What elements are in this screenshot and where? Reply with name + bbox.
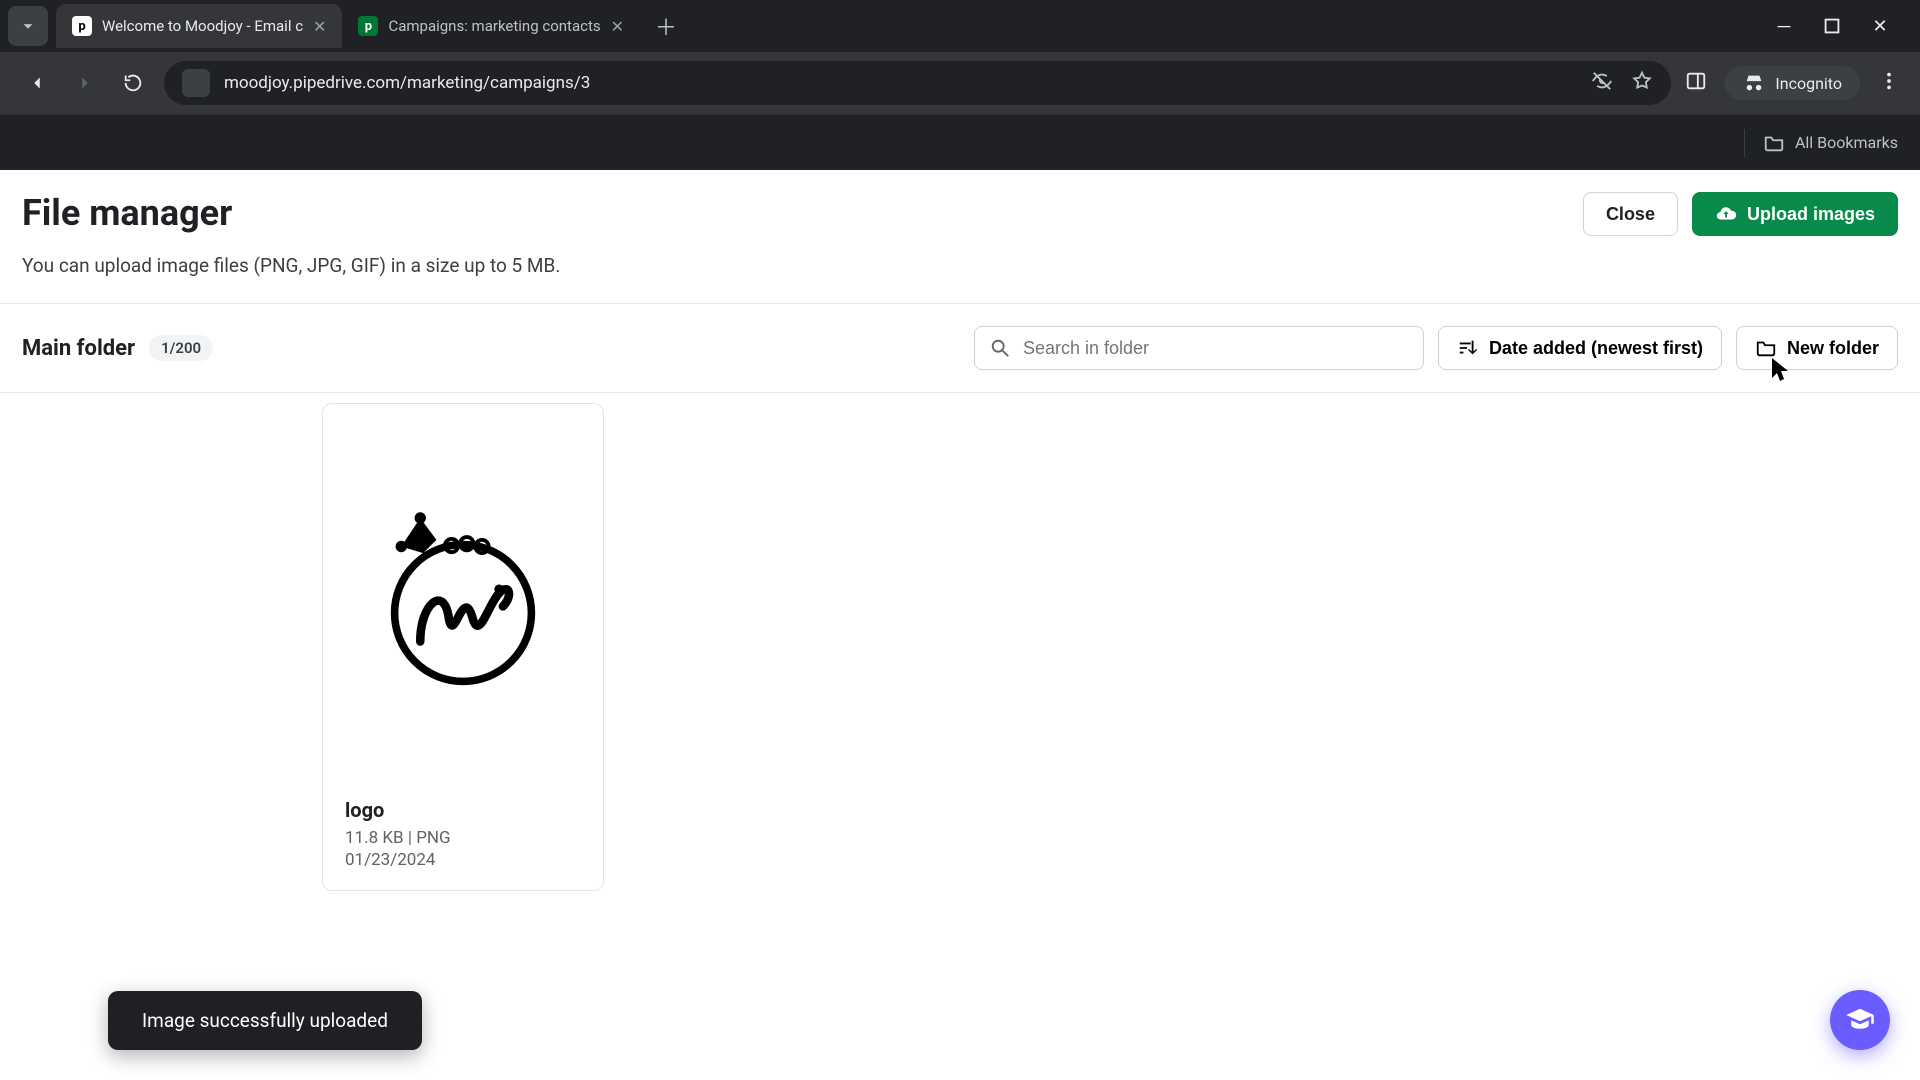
separator [1744, 129, 1745, 157]
chevron-down-icon [17, 15, 39, 37]
page-subtitle: You can upload image files (PNG, JPG, GI… [0, 236, 1920, 303]
folder-icon [1755, 337, 1777, 359]
address-bar: moodjoy.pipedrive.com/marketing/campaign… [0, 52, 1920, 114]
side-panel-button[interactable] [1685, 70, 1707, 96]
file-date: 01/23/2024 [345, 850, 581, 870]
arrow-left-icon [26, 72, 48, 94]
tune-icon [185, 72, 207, 94]
star-icon[interactable] [1631, 70, 1653, 96]
help-fab[interactable] [1830, 990, 1890, 1050]
tab-search-button[interactable] [8, 6, 48, 46]
favicon-icon: p [72, 16, 92, 36]
reload-icon [122, 72, 144, 94]
upload-images-button[interactable]: Upload images [1692, 192, 1898, 236]
toolbar-right: Incognito [1685, 66, 1900, 100]
all-bookmarks-button[interactable]: All Bookmarks [1795, 133, 1898, 152]
url-text: moodjoy.pipedrive.com/marketing/campaign… [224, 73, 1577, 93]
sort-label: Date added (newest first) [1489, 338, 1703, 359]
browser-chrome: p Welcome to Moodjoy - Email c ✕ p Campa… [0, 0, 1920, 170]
file-meta: logo 11.8 KB | PNG 01/23/2024 [323, 784, 603, 890]
upload-images-label: Upload images [1747, 204, 1875, 225]
new-folder-label: New folder [1787, 338, 1879, 359]
file-grid: logo 11.8 KB | PNG 01/23/2024 [0, 393, 1920, 901]
file-count-badge: 1/200 [149, 335, 213, 361]
tab-title: Welcome to Moodjoy - Email c [102, 17, 303, 35]
tab-close-button[interactable]: ✕ [313, 17, 326, 36]
header-actions: Close Upload images [1583, 192, 1898, 236]
search-input[interactable] [1023, 338, 1409, 359]
window-minimize-button[interactable]: ─ [1772, 14, 1796, 38]
file-name: logo [345, 798, 581, 822]
search-box[interactable] [974, 326, 1424, 370]
close-button[interactable]: Close [1583, 192, 1678, 236]
page-title: File manager [22, 192, 232, 234]
folder-name: Main folder [22, 336, 135, 361]
sort-button[interactable]: Date added (newest first) [1438, 326, 1722, 370]
page-header: File manager Close Upload images [0, 170, 1920, 236]
incognito-icon [1743, 72, 1765, 94]
window-maximize-button[interactable] [1820, 14, 1844, 38]
folder-toolbar: Main folder 1/200 Date added (newest fir… [0, 304, 1920, 392]
search-icon [989, 337, 1011, 359]
incognito-label: Incognito [1775, 74, 1842, 93]
new-tab-button[interactable]: ＋ [648, 8, 684, 44]
browser-menu-button[interactable] [1878, 70, 1900, 96]
arrow-right-icon [74, 72, 96, 94]
omnibox[interactable]: moodjoy.pipedrive.com/marketing/campaign… [164, 61, 1671, 105]
toast-success: Image successfully uploaded [108, 991, 422, 1050]
incognito-chip[interactable]: Incognito [1725, 66, 1860, 100]
eye-off-icon[interactable] [1591, 70, 1613, 96]
browser-tab-active[interactable]: p Welcome to Moodjoy - Email c ✕ [56, 4, 342, 48]
window-controls: ─ ✕ [1772, 14, 1912, 38]
app-root: File manager Close Upload images You can… [0, 170, 1920, 1080]
file-thumbnail [323, 404, 603, 784]
window-close-button[interactable]: ✕ [1868, 14, 1892, 38]
browser-tab[interactable]: p Campaigns: marketing contacts ✕ [342, 4, 640, 48]
tab-strip: p Welcome to Moodjoy - Email c ✕ p Campa… [0, 0, 1920, 52]
cloud-upload-icon [1715, 203, 1737, 225]
new-folder-button[interactable]: New folder [1736, 326, 1898, 370]
nav-forward-button[interactable] [68, 66, 102, 100]
file-info: 11.8 KB | PNG [345, 828, 581, 848]
logo-image-icon [368, 494, 558, 694]
tab-title: Campaigns: marketing contacts [388, 17, 600, 35]
kebab-icon [1878, 70, 1900, 92]
bookmarks-bar: All Bookmarks [0, 114, 1920, 170]
maximize-icon [1821, 15, 1843, 37]
folder-icon [1763, 132, 1785, 154]
site-settings-button[interactable] [182, 69, 210, 97]
favicon-icon: p [358, 16, 378, 36]
graduation-cap-icon [1845, 1005, 1875, 1035]
panel-icon [1685, 70, 1707, 92]
nav-reload-button[interactable] [116, 66, 150, 100]
file-card[interactable]: logo 11.8 KB | PNG 01/23/2024 [322, 403, 604, 891]
sort-icon [1457, 337, 1479, 359]
nav-back-button[interactable] [20, 66, 54, 100]
tab-close-button[interactable]: ✕ [611, 17, 624, 36]
